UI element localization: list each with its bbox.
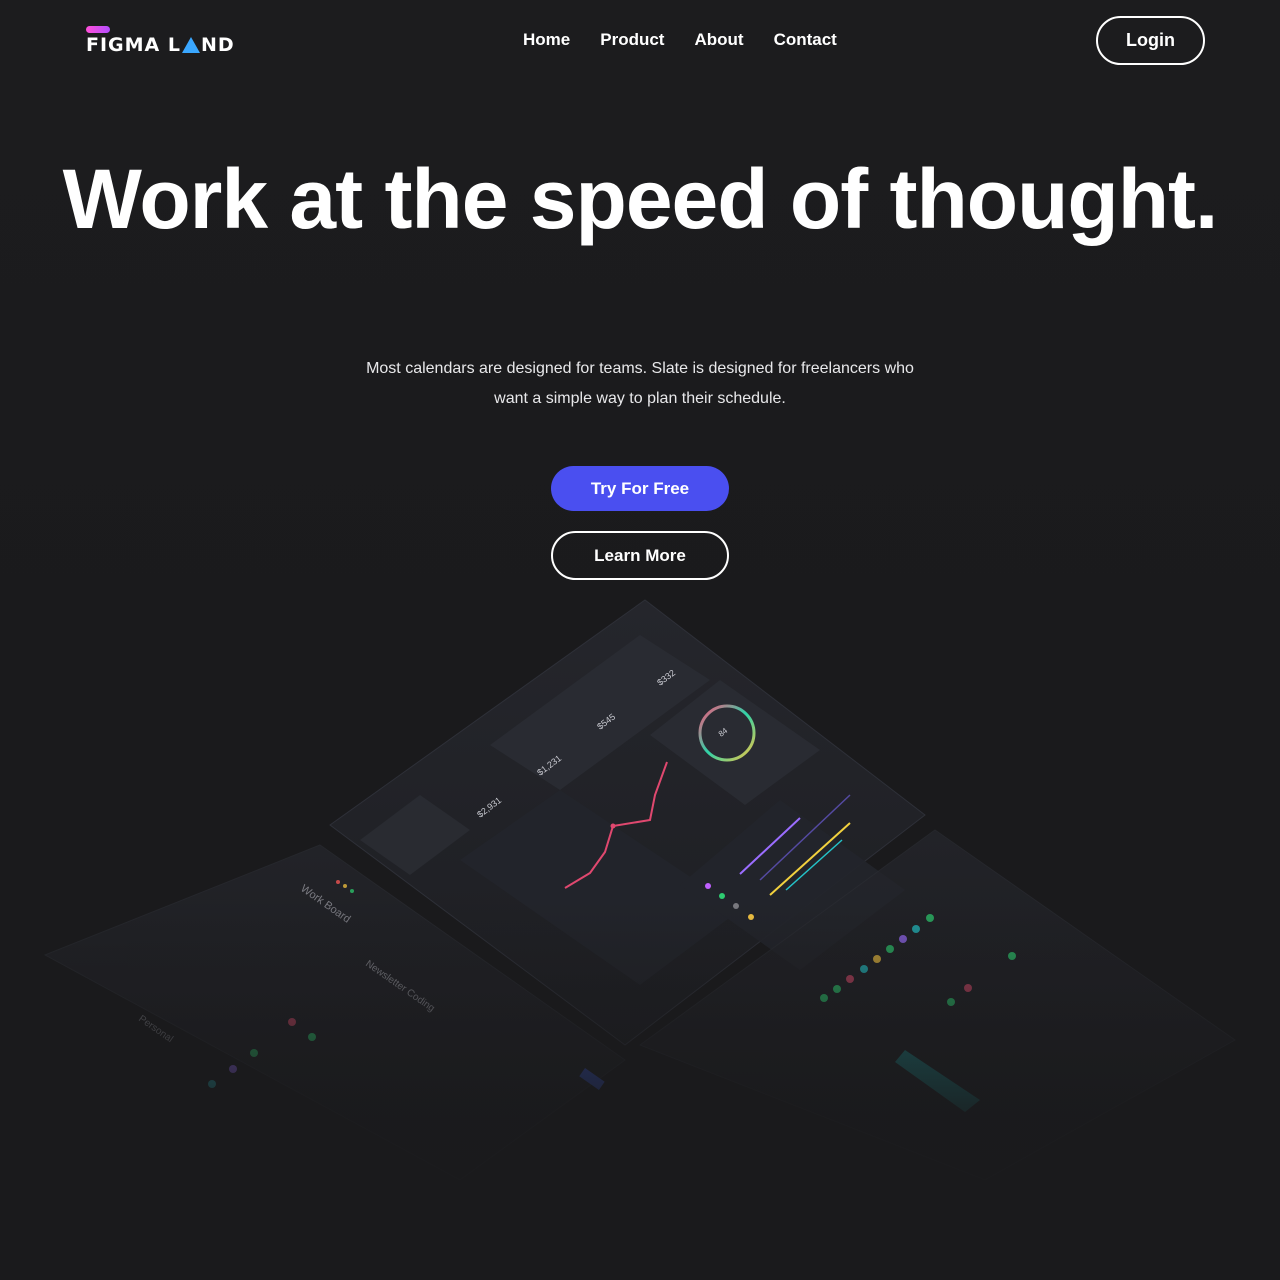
main-nav: Home Product About Contact [523,30,837,50]
hero-title: Work at the speed of thought. [62,152,1219,246]
hero-subtitle: Most calendars are designed for teams. S… [366,360,914,407]
logo-text-part1: FIGMA L [86,34,181,56]
nav-contact[interactable]: Contact [774,30,837,50]
nav-about[interactable]: About [694,30,743,50]
brand-logo[interactable]: FIGMA L ND [86,26,236,56]
nav-product[interactable]: Product [600,30,664,50]
logo-accent-bar [86,26,110,33]
login-button[interactable]: Login [1096,16,1205,65]
logo-text-part2: ND [200,34,235,56]
dashboard-preview-illustration: $2,931 $1,231 $545 $332 84 Work Board Ne… [43,599,1236,1181]
learn-more-button[interactable]: Learn More [551,531,729,580]
nav-home[interactable]: Home [523,30,570,50]
try-for-free-button[interactable]: Try For Free [551,466,729,511]
logo-wordmark: FIGMA L ND [86,34,235,56]
landing-page: FIGMA L ND Home Product About Contact Log… [0,0,1280,1280]
triangle-icon [181,37,200,53]
